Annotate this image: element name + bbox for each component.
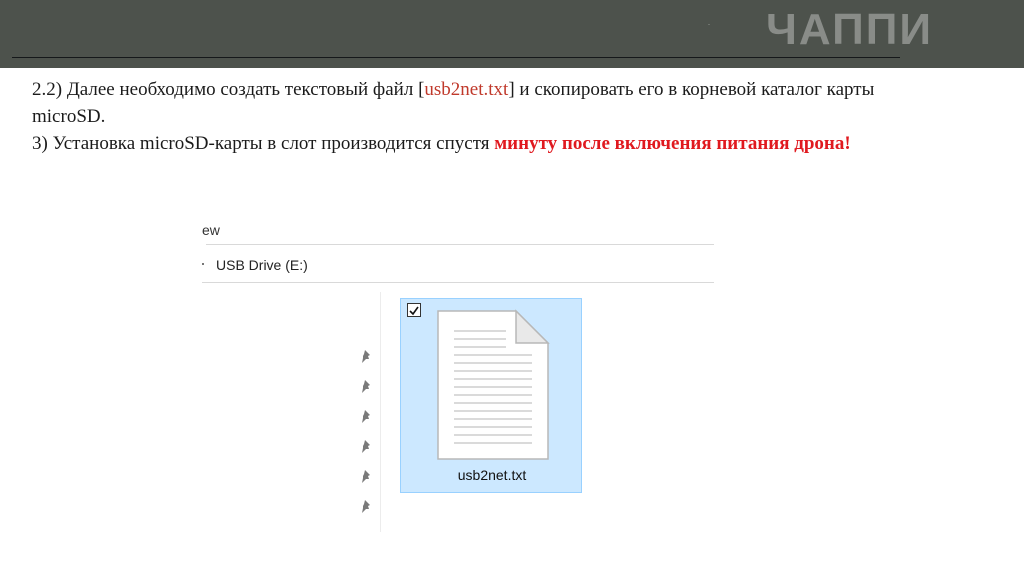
pin-icon[interactable] [358,438,374,454]
instruction-step-2-2: 2.2) Далее необходимо создать текстовый … [32,76,932,130]
file-item-selected[interactable]: usb2net.txt [400,298,582,493]
slide-header: ЧАППИ [0,0,1024,68]
pin-icon[interactable] [358,378,374,394]
address-bar[interactable]: USB Drive (E:) [202,248,714,283]
file-name-label: usb2net.txt [457,467,527,483]
brand-logo: ЧАППИ [766,5,933,54]
ribbon-divider [206,244,714,245]
header-divider [12,57,900,58]
pin-icon[interactable] [358,468,374,484]
pin-icon[interactable] [358,498,374,514]
warning-text: минуту после включения питания дрона! [494,133,851,154]
step-3-text: 3) Установка microSD-карты в слот произв… [32,133,495,154]
step-2-2-text-start: 2.2) Далее необходимо создать текстовый … [32,79,425,100]
navigation-pane-divider[interactable] [380,292,381,532]
address-path: USB Drive (E:) [216,257,308,273]
instruction-step-3: 3) Установка microSD-карты в слот произв… [32,130,932,157]
pin-icon[interactable] [358,348,374,364]
text-document-icon [437,309,550,460]
menu-view-fragment[interactable]: ew [202,222,220,238]
pin-icon[interactable] [358,408,374,424]
file-explorer-screenshot: ew USB Drive (E:) usb2net.txt [196,212,726,532]
address-chevron-icon [202,263,204,265]
filename-link: usb2net.txt [424,79,509,100]
file-select-checkbox[interactable] [407,303,421,317]
header-dot [708,24,710,25]
check-icon [409,306,419,316]
instruction-text: 2.2) Далее необходимо создать текстовый … [32,76,932,157]
